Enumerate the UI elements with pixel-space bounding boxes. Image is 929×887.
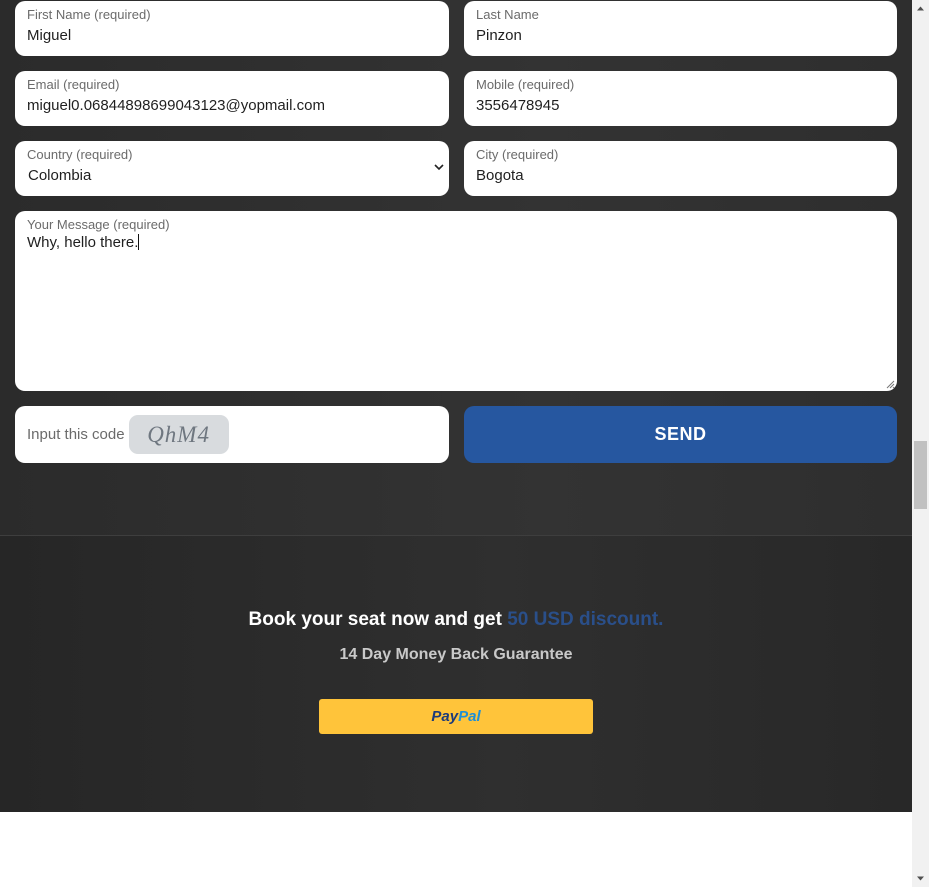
captcha-input[interactable]: Input this code — [27, 426, 125, 443]
resize-grip-icon[interactable] — [885, 379, 895, 389]
guarantee-text: 14 Day Money Back Guarantee — [339, 646, 573, 663]
discount-highlight: 50 USD discount. — [507, 609, 664, 630]
arrow-up-icon[interactable] — [916, 4, 925, 13]
promo-section: Book your seat now and get 50 USD discou… — [0, 536, 912, 812]
captcha-code: QhM4 — [128, 415, 229, 454]
page: First Name (required) Miguel Last Name P… — [0, 0, 912, 887]
viewport: First Name (required) Miguel Last Name P… — [0, 0, 929, 887]
captcha-field[interactable]: Input this code QhM4 — [15, 406, 449, 463]
vertical-scrollbar[interactable] — [912, 0, 929, 887]
last-name-label: Last Name — [476, 7, 539, 22]
arrow-down-icon[interactable] — [916, 874, 925, 883]
message-field[interactable]: Your Message (required) Why, hello there… — [15, 211, 897, 391]
city-input[interactable]: Bogota — [476, 167, 885, 185]
message-label: Your Message (required) — [27, 217, 170, 232]
email-label: Email (required) — [27, 77, 120, 92]
email-input[interactable]: miguel0.06844898699043123@yopmail.com — [27, 97, 437, 115]
scrollbar-thumb[interactable] — [914, 441, 927, 509]
mobile-input[interactable]: 3556478945 — [476, 97, 885, 115]
footer-area — [0, 812, 912, 887]
email-field[interactable]: Email (required) miguel0.068448986990431… — [15, 71, 449, 126]
promo-headline-text: Book your seat now and get — [248, 609, 508, 630]
paypal-logo-pal: Pal — [458, 708, 481, 725]
message-textarea[interactable]: Why, hello there. — [27, 234, 885, 252]
country-select[interactable]: Country (required) Colombia — [15, 141, 449, 196]
city-label: City (required) — [476, 147, 559, 162]
chevron-down-icon[interactable] — [433, 161, 445, 173]
mobile-label: Mobile (required) — [476, 77, 575, 92]
contact-form: First Name (required) Miguel Last Name P… — [0, 0, 912, 535]
promo-headline: Book your seat now and get 50 USD discou… — [0, 609, 912, 631]
last-name-input[interactable]: Pinzon — [476, 27, 885, 45]
last-name-field[interactable]: Last Name Pinzon — [464, 1, 897, 56]
city-field[interactable]: City (required) Bogota — [464, 141, 897, 196]
first-name-input[interactable]: Miguel — [27, 27, 437, 45]
first-name-label: First Name (required) — [27, 7, 151, 22]
message-text: Why, hello there. — [27, 234, 139, 251]
first-name-field[interactable]: First Name (required) Miguel — [15, 1, 449, 56]
mobile-field[interactable]: Mobile (required) 3556478945 — [464, 71, 897, 126]
country-label: Country (required) — [27, 147, 133, 162]
paypal-button[interactable]: Pay Pal — [319, 699, 593, 734]
text-caret — [138, 234, 140, 250]
country-selected-value[interactable]: Colombia — [27, 167, 437, 185]
send-button[interactable]: SEND — [464, 406, 897, 463]
paypal-logo-pay: Pay — [431, 708, 459, 725]
